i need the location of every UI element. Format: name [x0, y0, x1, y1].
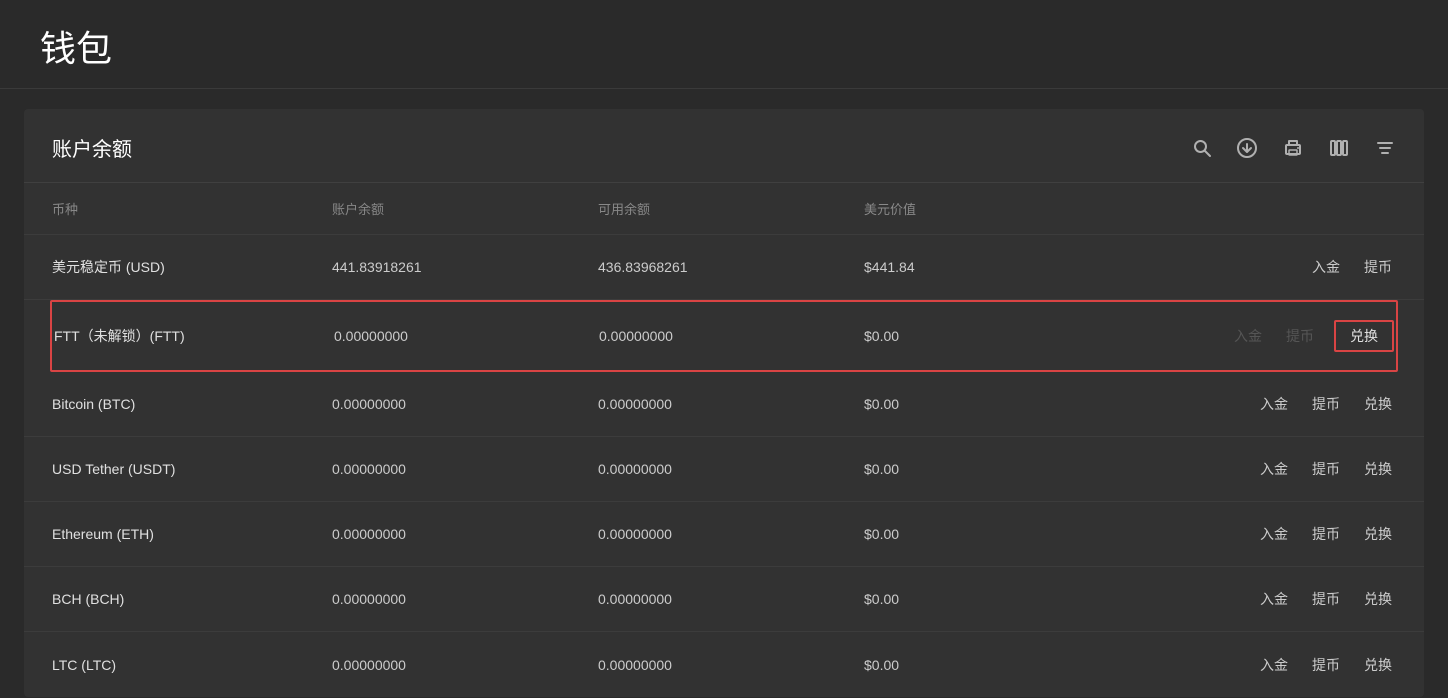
account-balance: 0.00000000 — [332, 639, 598, 691]
currency-name: USD Tether (USDT) — [52, 443, 332, 495]
usd-value: $0.00 — [864, 508, 1130, 560]
section-title: 账户余额 — [52, 133, 132, 162]
withdraw-button[interactable]: 提币 — [1308, 653, 1344, 677]
deposit-button[interactable]: 入金 — [1256, 653, 1292, 677]
table-row: LTC (LTC) 0.00000000 0.00000000 $0.00 入金… — [24, 632, 1424, 697]
col-header-currency: 币种 — [52, 195, 332, 222]
row-actions: 入金 提币 兑换 — [1130, 439, 1396, 499]
available-balance: 0.00000000 — [598, 378, 864, 430]
account-balance: 0.00000000 — [334, 310, 599, 362]
account-balance: 0.00000000 — [332, 573, 598, 625]
row-actions: 入金 提币 — [1130, 237, 1396, 297]
table-row: BCH (BCH) 0.00000000 0.00000000 $0.00 入金… — [24, 567, 1424, 632]
row-actions: 入金 提币 兑换 — [1130, 635, 1396, 695]
currency-name: BCH (BCH) — [52, 573, 332, 625]
available-balance: 0.00000000 — [598, 508, 864, 560]
withdraw-button[interactable]: 提币 — [1308, 522, 1344, 546]
currency-name: Ethereum (ETH) — [52, 508, 332, 560]
usd-value: $0.00 — [864, 443, 1130, 495]
table-header: 币种 账户余额 可用余额 美元价值 — [24, 183, 1424, 235]
columns-icon[interactable] — [1328, 137, 1350, 159]
table-row: USD Tether (USDT) 0.00000000 0.00000000 … — [24, 437, 1424, 502]
available-balance: 0.00000000 — [598, 639, 864, 691]
col-header-actions — [1130, 195, 1396, 222]
download-icon[interactable] — [1236, 137, 1258, 159]
account-balance: 0.00000000 — [332, 508, 598, 560]
exchange-button[interactable]: 兑换 — [1360, 653, 1396, 677]
table-row: 美元稳定币 (USD) 441.83918261 436.83968261 $4… — [24, 235, 1424, 300]
col-header-usd: 美元价值 — [864, 195, 1130, 222]
account-balance: 441.83918261 — [332, 241, 598, 293]
exchange-button[interactable]: 兑换 — [1360, 587, 1396, 611]
col-header-available: 可用余额 — [598, 195, 864, 222]
toolbar-icons — [1192, 137, 1396, 159]
row-actions: 入金 提币 兑换 — [1130, 569, 1396, 629]
usd-value: $441.84 — [864, 241, 1130, 293]
page-title: 钱包 — [40, 28, 112, 69]
usd-value: $0.00 — [864, 639, 1130, 691]
usd-value: $0.00 — [864, 378, 1130, 430]
table-row: Bitcoin (BTC) 0.00000000 0.00000000 $0.0… — [24, 372, 1424, 437]
col-header-balance: 账户余额 — [332, 195, 598, 222]
deposit-button[interactable]: 入金 — [1256, 587, 1292, 611]
usd-value: $0.00 — [864, 573, 1130, 625]
available-balance: 0.00000000 — [598, 443, 864, 495]
withdraw-button[interactable]: 提币 — [1308, 457, 1344, 481]
table-row: Ethereum (ETH) 0.00000000 0.00000000 $0.… — [24, 502, 1424, 567]
row-actions: 入金 提币 兑换 — [1130, 504, 1396, 564]
account-balance: 0.00000000 — [332, 443, 598, 495]
page-header: 钱包 — [0, 0, 1448, 89]
exchange-button[interactable]: 兑换 — [1360, 457, 1396, 481]
deposit-button: 入金 — [1230, 324, 1266, 348]
row-actions: 入金 提币 兑换 — [1129, 302, 1394, 370]
exchange-button[interactable]: 兑换 — [1360, 522, 1396, 546]
available-balance: 0.00000000 — [599, 310, 864, 362]
table-row-highlighted: FTT（未解锁）(FTT) 0.00000000 0.00000000 $0.0… — [50, 300, 1398, 372]
main-content: 账户余额 — [24, 109, 1424, 697]
withdraw-button: 提币 — [1282, 324, 1318, 348]
currency-name: FTT（未解锁）(FTT) — [54, 308, 334, 364]
withdraw-button[interactable]: 提币 — [1308, 587, 1344, 611]
exchange-button[interactable]: 兑换 — [1360, 392, 1396, 416]
currency-name: Bitcoin (BTC) — [52, 378, 332, 430]
withdraw-button[interactable]: 提币 — [1308, 392, 1344, 416]
available-balance: 0.00000000 — [598, 573, 864, 625]
deposit-button[interactable]: 入金 — [1256, 392, 1292, 416]
currency-name: LTC (LTC) — [52, 639, 332, 691]
exchange-button[interactable]: 兑换 — [1334, 320, 1394, 352]
deposit-button[interactable]: 入金 — [1308, 255, 1344, 279]
deposit-button[interactable]: 入金 — [1256, 457, 1292, 481]
print-icon[interactable] — [1282, 137, 1304, 159]
currency-name: 美元稳定币 (USD) — [52, 239, 332, 295]
row-actions: 入金 提币 兑换 — [1130, 374, 1396, 434]
account-balance: 0.00000000 — [332, 378, 598, 430]
filter-icon[interactable] — [1374, 137, 1396, 159]
deposit-button[interactable]: 入金 — [1256, 522, 1292, 546]
available-balance: 436.83968261 — [598, 241, 864, 293]
table-row: FTT（未解锁）(FTT) 0.00000000 0.00000000 $0.0… — [52, 302, 1396, 370]
withdraw-button[interactable]: 提币 — [1360, 255, 1396, 279]
search-icon[interactable] — [1192, 138, 1212, 158]
section-header: 账户余额 — [24, 109, 1424, 183]
usd-value: $0.00 — [864, 310, 1129, 362]
